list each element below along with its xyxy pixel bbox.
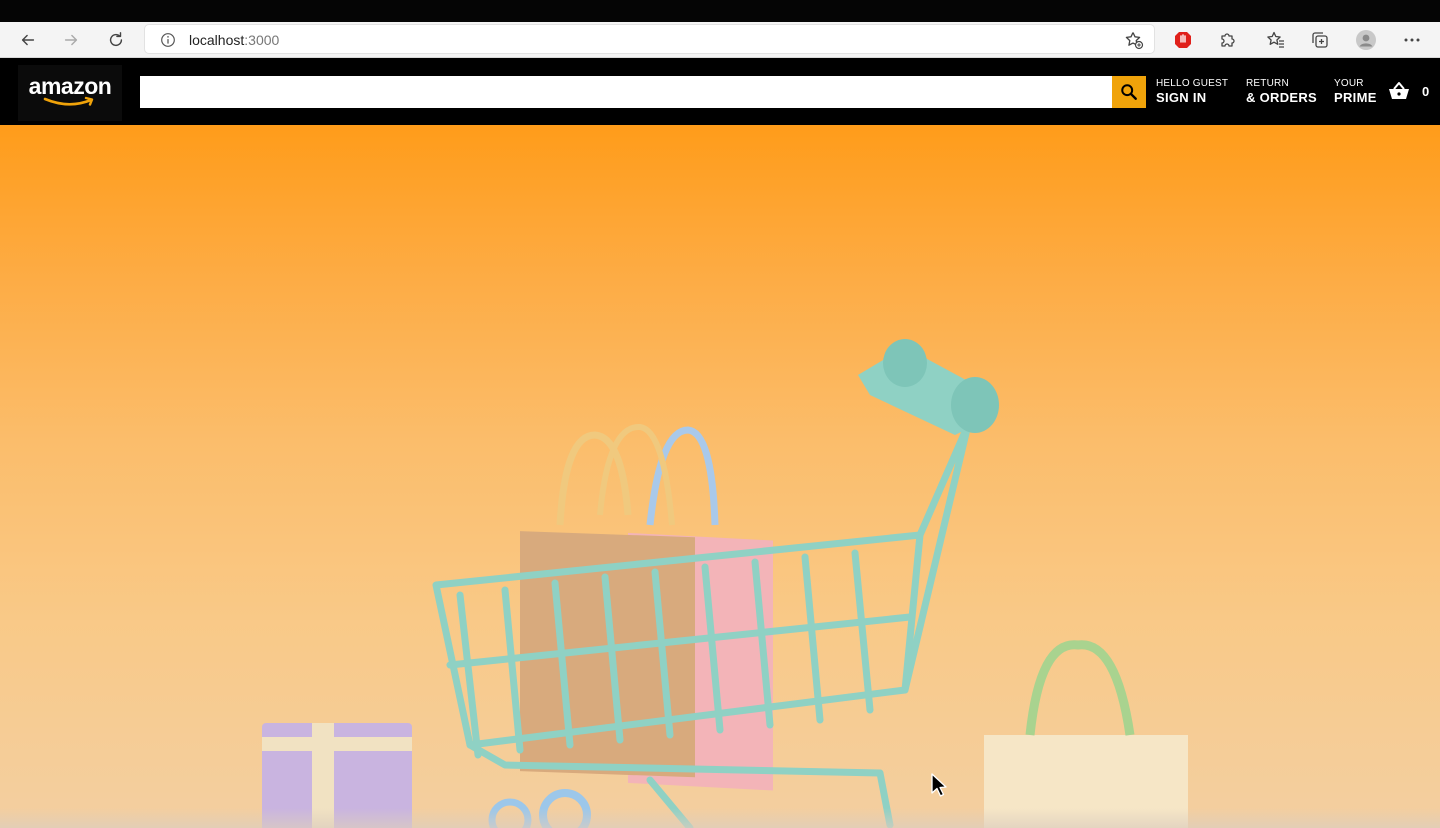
mouse-cursor-icon xyxy=(931,773,947,797)
search-input[interactable] xyxy=(140,76,1112,108)
forward-arrow-icon[interactable] xyxy=(58,28,84,52)
orders-line2: & ORDERS xyxy=(1246,90,1318,105)
basket-button[interactable]: 0 xyxy=(1388,79,1429,103)
back-arrow-icon[interactable] xyxy=(15,28,41,52)
info-icon[interactable] xyxy=(159,31,177,49)
collections-icon[interactable] xyxy=(1308,28,1332,52)
os-top-strip xyxy=(0,0,1440,22)
more-menu-icon[interactable] xyxy=(1400,28,1424,52)
browser-toolbar: localhost:3000 xyxy=(0,22,1440,58)
search-button[interactable] xyxy=(1112,76,1146,108)
smile-arrow-icon xyxy=(43,96,94,106)
orders-line1: RETURN xyxy=(1246,78,1289,89)
sign-in-greeting: HELLO GUEST xyxy=(1156,78,1229,89)
url-port: :3000 xyxy=(244,32,280,48)
orders-option[interactable]: RETURN & ORDERS xyxy=(1246,78,1317,106)
profile-icon[interactable] xyxy=(1354,28,1378,52)
hero-banner-image xyxy=(0,125,1440,828)
shopping-cart-illustration xyxy=(262,339,1188,828)
sign-in-label: SIGN IN xyxy=(1156,90,1207,105)
amazon-logo[interactable]: amazon xyxy=(18,65,122,121)
extensions-icon[interactable] xyxy=(1215,28,1239,52)
reload-icon[interactable] xyxy=(103,28,129,52)
add-favorite-icon[interactable] xyxy=(1124,30,1144,50)
search-icon xyxy=(1121,84,1137,100)
site-header: amazon HELLO GUEST SIGN IN RETURN & ORDE… xyxy=(0,59,1440,125)
url-host: localhost xyxy=(189,32,245,48)
hero-bottom-shade xyxy=(0,808,1440,828)
adblock-icon[interactable] xyxy=(1171,28,1195,52)
address-bar[interactable]: localhost:3000 xyxy=(144,24,1155,54)
logo-text: amazon xyxy=(28,72,112,99)
basket-count: 0 xyxy=(1422,83,1430,99)
prime-option[interactable]: YOUR PRIME xyxy=(1334,78,1377,106)
favorites-icon[interactable] xyxy=(1264,28,1288,52)
sign-in-option[interactable]: HELLO GUEST SIGN IN xyxy=(1156,78,1228,106)
address-url: localhost:3000 xyxy=(189,32,279,48)
shopping-basket-icon xyxy=(1389,82,1409,99)
prime-line2: PRIME xyxy=(1334,90,1377,105)
prime-line1: YOUR xyxy=(1334,78,1364,89)
